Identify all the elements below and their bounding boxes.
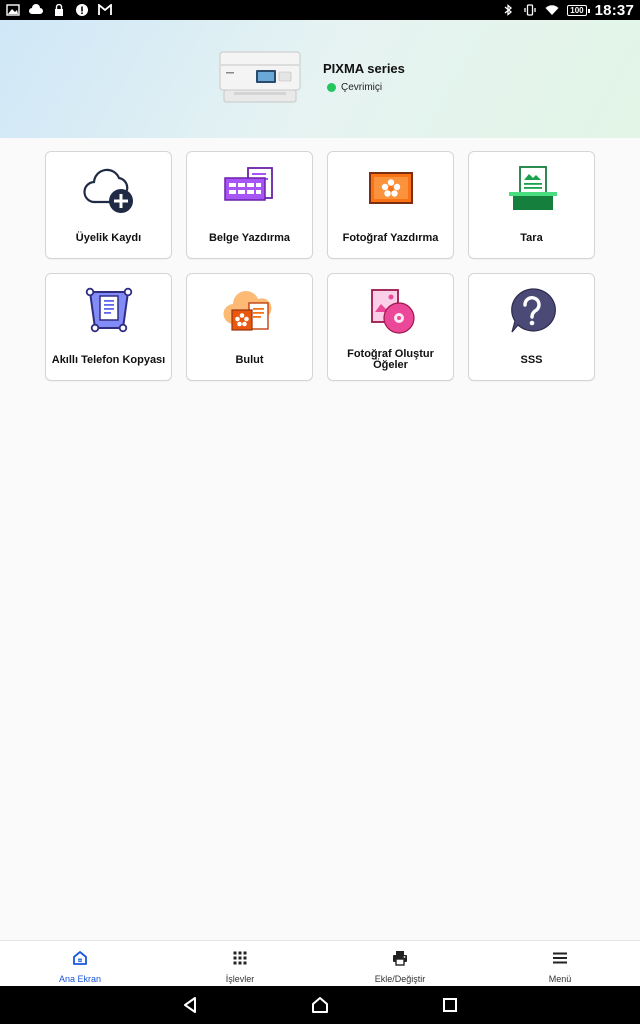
cloud-icon	[222, 291, 272, 331]
tile-label: Belge Yazdırma	[208, 231, 291, 244]
scan-icon	[508, 166, 557, 210]
bluetooth-icon	[504, 4, 513, 16]
nav-item-add-change[interactable]: Ekle/Değiştir	[320, 941, 480, 986]
tile-label: Üyelik Kaydı	[75, 231, 142, 244]
alert-icon	[76, 4, 88, 16]
printer-image	[219, 51, 301, 103]
status-bar: 100 18:37	[0, 0, 640, 20]
tile-label: Bulut	[235, 353, 264, 366]
recents-icon[interactable]	[440, 995, 460, 1015]
printer-status: Çevrimiçi	[327, 82, 382, 93]
bottom-navigation: Ana Ekran İşlevler Ekle/Değiştir Menü	[0, 940, 640, 986]
printer-header[interactable]: PIXMA series Çevrimiçi	[0, 20, 640, 138]
printer-icon	[393, 951, 407, 966]
tile-scan[interactable]: Tara	[468, 151, 595, 259]
clock: 18:37	[594, 1, 634, 19]
online-status-dot	[327, 83, 336, 92]
smartphone-copy-icon	[85, 287, 132, 333]
tile-photo-print[interactable]: Fotoğraf Yazdırma	[327, 151, 454, 259]
cloud-icon	[29, 4, 43, 14]
tile-photo-create-items[interactable]: Fotoğraf Oluştur Öğeler	[327, 273, 454, 381]
nav-label: Menü	[548, 974, 572, 984]
wifi-icon	[545, 5, 559, 15]
tile-label: Tara	[520, 231, 543, 244]
nav-label: İşlevler	[225, 974, 255, 984]
nav-item-home[interactable]: Ana Ekran	[0, 941, 160, 986]
back-icon[interactable]	[180, 995, 200, 1015]
tile-faq[interactable]: SSS	[468, 273, 595, 381]
printer-status-text: Çevrimiçi	[341, 82, 383, 93]
vibrate-icon	[524, 4, 536, 16]
function-grid: Üyelik Kaydı Belge Yazdırma Fotoğraf Yaz…	[45, 151, 596, 381]
tile-label: SSS	[520, 353, 543, 366]
battery-icon: 100	[567, 4, 591, 16]
tile-smartphone-copy[interactable]: Akıllı Telefon Kopyası	[45, 273, 172, 381]
hamburger-icon	[553, 952, 567, 964]
home-icon	[73, 951, 87, 965]
nav-item-functions[interactable]: İşlevler	[160, 941, 320, 986]
system-navigation-bar	[0, 986, 640, 1024]
document-print-icon	[223, 167, 273, 201]
nav-label: Ekle/Değiştir	[374, 974, 426, 984]
gmail-icon	[98, 4, 112, 15]
tile-membership-registration[interactable]: Üyelik Kaydı	[45, 151, 172, 259]
photo-print-icon	[368, 172, 413, 204]
tile-label: Akıllı Telefon Kopyası	[51, 353, 166, 366]
faq-icon	[510, 288, 556, 333]
nav-item-menu[interactable]: Menü	[480, 941, 640, 986]
tile-label: Fotoğraf Yazdırma	[342, 231, 439, 244]
grid-dots-icon	[233, 951, 247, 965]
tile-cloud[interactable]: Bulut	[186, 273, 313, 381]
nav-label: Ana Ekran	[58, 974, 102, 984]
photo-disc-icon	[370, 289, 415, 334]
home-circle-icon[interactable]	[310, 995, 330, 1015]
tile-label: Fotoğraf Oluştur Öğeler	[347, 348, 434, 371]
cloud-plus-icon	[82, 168, 133, 213]
image-icon	[6, 4, 20, 16]
tile-document-print[interactable]: Belge Yazdırma	[186, 151, 313, 259]
lock-icon	[55, 4, 63, 16]
printer-name: PIXMA series	[323, 61, 405, 76]
